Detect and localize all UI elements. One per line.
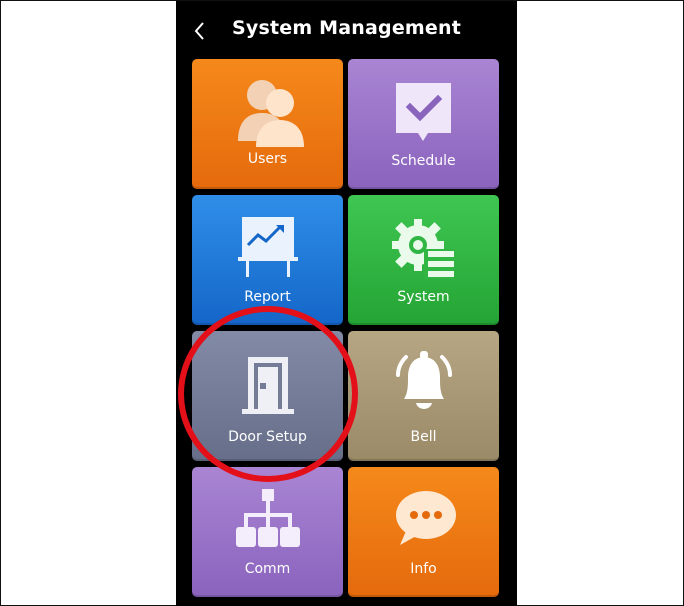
system-label: System: [397, 289, 450, 305]
header: System Management: [176, 1, 517, 57]
bell-label: Bell: [410, 429, 437, 445]
schedule-label: Schedule: [391, 153, 456, 169]
gear-list-icon: [392, 219, 454, 279]
users-icon: [238, 80, 304, 147]
users-label: Users: [247, 151, 288, 167]
comm-tile[interactable]: Comm: [192, 467, 343, 597]
back-button[interactable]: [188, 17, 212, 45]
calendar-check-icon: [396, 83, 451, 141]
page-title: System Management: [231, 17, 462, 39]
bell-icon: [396, 351, 452, 409]
chart-monitor-icon: [238, 217, 298, 277]
info-label: Info: [410, 561, 437, 577]
report-label: Report: [244, 289, 291, 305]
highlight-circle: [178, 306, 358, 482]
chevron-left-icon: [194, 22, 204, 40]
chat-bubble-icon: [396, 491, 456, 545]
users-tile[interactable]: Users: [192, 59, 343, 189]
bell-tile[interactable]: Bell: [348, 331, 499, 461]
schedule-tile[interactable]: Schedule: [348, 59, 499, 189]
network-icon: [236, 489, 300, 547]
system-tile[interactable]: System: [348, 195, 499, 325]
comm-label: Comm: [244, 561, 291, 577]
device-screen: System Management Users Schedule Report: [176, 1, 517, 606]
info-tile[interactable]: Info: [348, 467, 499, 597]
